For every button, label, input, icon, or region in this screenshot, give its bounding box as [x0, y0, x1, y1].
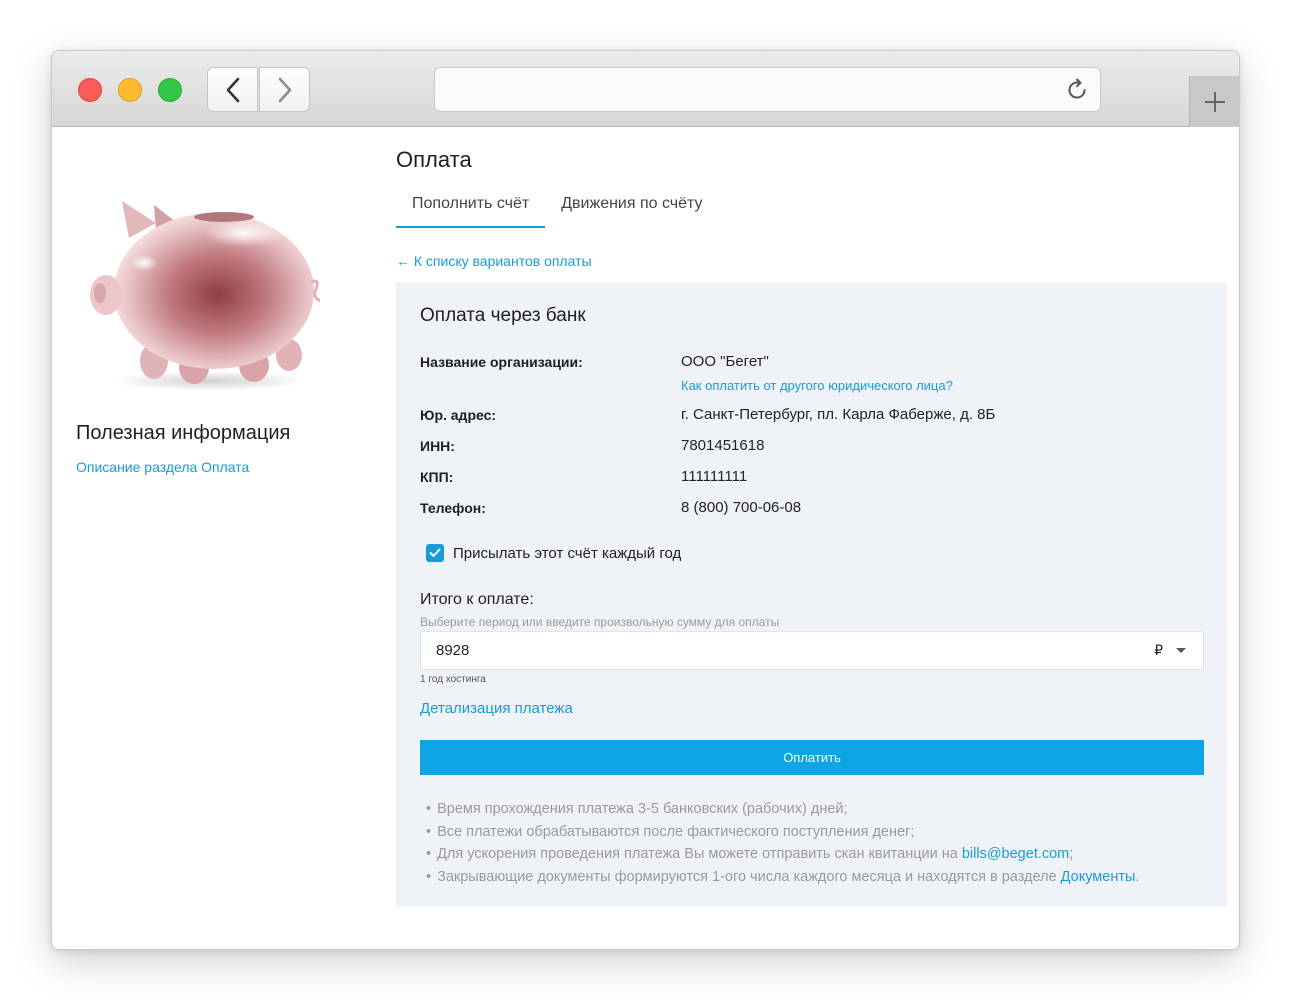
list-item: • Для ускорения проведения платежа Вы мож…	[426, 843, 1139, 866]
yearly-invoice-checkbox[interactable]	[426, 544, 444, 562]
chevron-right-icon	[278, 77, 291, 102]
note-text: Время прохождения платежа 3-5 банковских…	[437, 801, 848, 817]
panel-title: Оплата через банк	[420, 305, 586, 326]
caret-down-icon[interactable]	[1176, 648, 1186, 653]
payment-section-description-link[interactable]: Описание раздела Оплата	[76, 459, 249, 475]
reload-icon[interactable]	[1064, 77, 1090, 103]
minimize-window-button[interactable]	[118, 78, 142, 102]
bullet: •	[426, 846, 432, 863]
page-content: Полезная информация Описание раздела Опл…	[52, 128, 1239, 949]
currency-symbol: ₽	[1154, 642, 1163, 658]
payment-details-link[interactable]: Детализация платежа	[420, 700, 573, 717]
pay-button[interactable]: Оплатить	[420, 740, 1204, 775]
zoom-window-button[interactable]	[158, 78, 182, 102]
plus-icon	[1204, 91, 1225, 112]
browser-titlebar	[52, 51, 1239, 127]
note-text: Для ускорения проведения платежа Вы може…	[437, 846, 962, 863]
yearly-invoice-label: Присылать этот счёт каждый год	[453, 544, 682, 562]
legal-address-label: Юр. адрес:	[420, 407, 497, 423]
back-to-payment-options-link[interactable]: ← К списку вариантов оплаты	[396, 253, 592, 269]
page-title: Оплата	[396, 147, 472, 172]
tab-top-up[interactable]: Пополнить счёт	[396, 186, 546, 228]
org-name-value: ООО "Бегет"	[681, 353, 769, 370]
legal-address-value: г. Санкт-Петербург, пл. Карла Фаберже, д…	[681, 406, 996, 423]
close-window-button[interactable]	[78, 78, 102, 102]
bank-payment-panel: Оплата через банк Название организации: …	[396, 282, 1227, 907]
bullet: •	[426, 869, 432, 886]
payment-notes: • Время прохождения платежа 3-5 банковски…	[426, 798, 1139, 889]
tab-account-movements[interactable]: Движения по счёту	[545, 186, 718, 228]
list-item: • Все платежи обрабатываются после фактич…	[426, 821, 1139, 844]
bullet: •	[426, 823, 432, 840]
note-text-end: ;	[1069, 846, 1074, 863]
yearly-invoice-option: Присылать этот счёт каждый год	[426, 544, 681, 562]
note-text: Закрывающие документы формируются 1-ого …	[437, 869, 1061, 886]
check-icon	[429, 548, 441, 557]
inn-label: ИНН:	[420, 438, 455, 454]
amount-input[interactable]	[421, 632, 1121, 669]
new-tab-button[interactable]	[1189, 76, 1239, 127]
piggy-bank-image	[90, 201, 320, 391]
forward-button[interactable]	[259, 67, 310, 112]
back-button[interactable]	[207, 67, 258, 112]
browser-window: Полезная информация Описание раздела Опл…	[51, 50, 1240, 950]
org-name-label: Название организации:	[420, 354, 583, 370]
period-note: 1 год хостинга	[420, 674, 486, 685]
note-text: Все платежи обрабатываются после фактиче…	[437, 823, 915, 840]
documents-link[interactable]: Документы	[1061, 869, 1136, 885]
total-hint: Выберите период или введите произвольную…	[420, 615, 780, 629]
kpp-label: КПП:	[420, 469, 454, 485]
chevron-left-icon	[226, 77, 239, 102]
inn-value: 7801451618	[681, 437, 765, 454]
total-title: Итого к оплате:	[420, 591, 534, 608]
amount-field: ₽	[420, 631, 1204, 670]
phone-value: 8 (800) 700-06-08	[681, 499, 802, 516]
kpp-value: 111111111	[681, 468, 748, 485]
other-entity-payment-link[interactable]: Как оплатить от другого юридического лиц…	[681, 378, 953, 393]
tab-bar: Пополнить счёт Движения по счёту	[396, 186, 719, 228]
bills-email-link[interactable]: bills@beget.com	[962, 846, 1069, 862]
address-bar[interactable]	[434, 67, 1101, 112]
list-item: • Время прохождения платежа 3-5 банковски…	[426, 798, 1139, 821]
phone-label: Телефон:	[420, 500, 486, 516]
list-item: • Закрывающие документы формируются 1-ого…	[426, 866, 1139, 889]
bullet: •	[426, 801, 432, 817]
useful-info-title: Полезная информация	[76, 422, 291, 444]
note-text-end: .	[1135, 869, 1140, 886]
